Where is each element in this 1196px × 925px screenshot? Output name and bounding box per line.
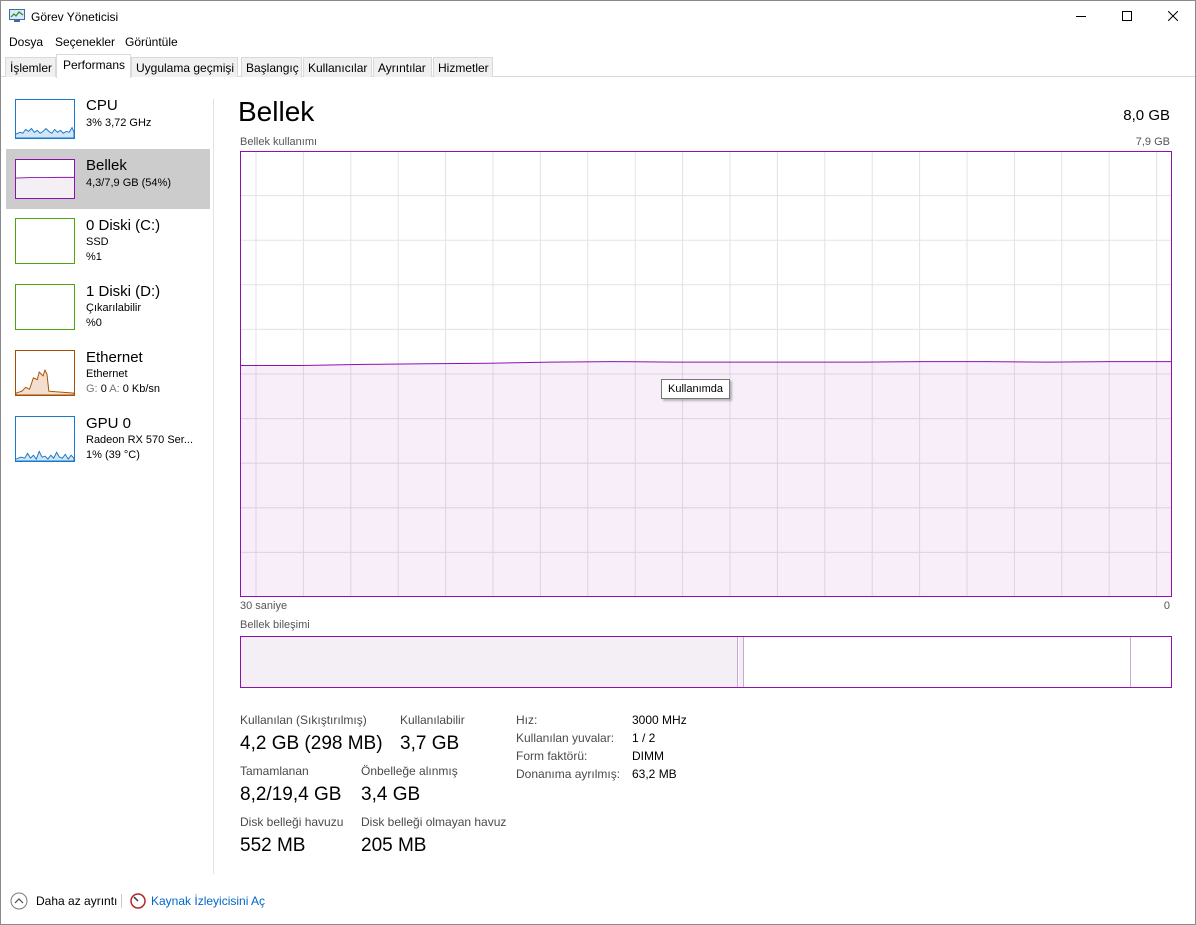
send-value: 0 (100, 383, 107, 395)
composition-modified[interactable] (739, 637, 744, 687)
sidebar-title: 1 Diski (D:) (86, 283, 161, 300)
tab-strip: İşlemler Performans Uygulama geçmişi Baş… (1, 54, 1195, 78)
tab-users[interactable]: Kullanıcılar (303, 57, 372, 77)
resource-sidebar: CPU 3% 3,72 GHz Bellek 4,3/7,9 GB (54%) … (1, 78, 213, 878)
close-button[interactable] (1150, 1, 1196, 32)
composition-free[interactable] (1132, 637, 1171, 687)
sidebar-item-cpu[interactable]: CPU 3% 3,72 GHz (6, 89, 210, 149)
tab-processes[interactable]: İşlemler (5, 57, 56, 77)
sidebar-item-ethernet[interactable]: Ethernet Ethernet G: 0 A: 0 Kb/sn (6, 341, 210, 401)
menu-bar: Dosya Seçenekler Görüntüle (1, 32, 1195, 51)
sidebar-title: Bellek (86, 157, 127, 174)
sidebar-item-memory[interactable]: Bellek 4,3/7,9 GB (54%) (6, 149, 210, 209)
composition-label: Bellek bileşimi (240, 619, 310, 631)
task-manager-window: Görev Yöneticisi Dosya Seçenekler Görünt… (0, 0, 1196, 925)
close-icon (1168, 11, 1178, 21)
in-use-value: 4,2 GB (298 MB) (240, 733, 383, 754)
composition-standby[interactable] (745, 637, 1131, 687)
receive-value: 0 Kb/sn (122, 383, 161, 395)
sidebar-subtitle: 3% 3,72 GHz (86, 117, 152, 129)
menu-view[interactable]: Görüntüle (125, 35, 178, 49)
ethernet-thumbnail-graph (15, 350, 75, 396)
page-title: Bellek (238, 96, 315, 127)
minimize-icon (1076, 16, 1086, 17)
sidebar-title: GPU 0 (86, 415, 132, 432)
available-value: 3,7 GB (400, 733, 460, 754)
tab-services[interactable]: Hizmetler (433, 57, 493, 77)
sidebar-title: CPU (86, 97, 118, 114)
sidebar-title: Ethernet (86, 349, 143, 366)
sidebar-subtitle: SSD (86, 236, 109, 248)
memory-usage-graph[interactable] (240, 151, 1172, 597)
title-bar[interactable]: Görev Yöneticisi (1, 1, 1195, 32)
menu-file[interactable]: Dosya (9, 35, 43, 49)
open-resource-monitor-label: Kaynak İzleyicisini Aç (151, 894, 266, 908)
memory-thumbnail-graph (15, 159, 75, 199)
memory-composition-bar[interactable] (240, 636, 1172, 688)
form-factor-value: DIMM (632, 749, 664, 763)
usage-graph-label: Bellek kullanımı (240, 136, 318, 148)
cached-value: 3,4 GB (361, 784, 421, 805)
resource-monitor-icon (130, 893, 146, 909)
sidebar-subtitle: 4,3/7,9 GB (54%) (86, 177, 171, 189)
tab-startup[interactable]: Başlangıç (241, 57, 302, 77)
sidebar-item-disk-1[interactable]: 1 Diski (D:) Çıkarılabilir %0 (6, 275, 210, 335)
tab-details[interactable]: Ayrıntılar (373, 57, 432, 77)
graph-axis-right: 0 (1163, 600, 1170, 612)
tab-performance[interactable]: Performans (56, 54, 131, 78)
sidebar-subtitle: Çıkarılabilir (86, 302, 142, 314)
receive-label: A: (109, 383, 120, 395)
gpu-thumbnail-graph (15, 416, 75, 462)
hardware-reserved-value: 63,2 MB (632, 767, 677, 781)
window-title: Görev Yöneticisi (31, 10, 119, 24)
total-memory: 8,0 GB (1123, 107, 1170, 124)
paged-pool-label: Disk belleği havuzu (240, 815, 344, 829)
task-manager-icon (9, 9, 25, 22)
committed-value: 8,2/19,4 GB (240, 784, 342, 805)
sidebar-subtitle: Ethernet (86, 368, 128, 380)
maximize-button[interactable] (1104, 1, 1150, 32)
available-label: Kullanılabilir (400, 713, 465, 727)
minimize-button[interactable] (1058, 1, 1104, 32)
ethernet-throughput: G: 0 A: 0 Kb/sn (86, 383, 160, 395)
paged-pool-value: 552 MB (240, 835, 306, 856)
slots-label: Kullanılan yuvalar: (516, 731, 615, 745)
menu-options[interactable]: Seçenekler (55, 35, 115, 49)
chevron-up-icon (10, 892, 28, 910)
send-label: G: (86, 383, 98, 395)
form-factor-label: Form faktörü: (516, 749, 588, 763)
nonpaged-pool-label: Disk belleği olmayan havuz (361, 815, 507, 829)
usage-graph-max: 7,9 GB (1135, 136, 1170, 148)
disk-0-thumbnail-graph (15, 218, 75, 264)
in-use-label: Kullanılan (Sıkıştırılmış) (240, 713, 367, 727)
nonpaged-pool-value: 205 MB (361, 835, 427, 856)
slots-value: 1 / 2 (632, 731, 656, 745)
committed-label: Tamamlanan (240, 764, 309, 778)
hardware-reserved-label: Donanıma ayrılmış: (516, 767, 621, 781)
disk-1-thumbnail-graph (15, 284, 75, 330)
cached-label: Önbelleğe alınmış (361, 764, 458, 778)
sidebar-usage: %1 (86, 251, 102, 263)
graph-tooltip: Kullanımda (661, 379, 731, 399)
maximize-icon (1122, 11, 1132, 21)
fewer-details-label: Daha az ayrıntı (36, 894, 118, 908)
footer-divider (121, 894, 122, 908)
sidebar-usage: 1% (39 °C) (86, 449, 140, 461)
sidebar-divider (213, 99, 214, 874)
graph-axis-left: 30 saniye (240, 600, 288, 612)
sidebar-title: 0 Diski (C:) (86, 217, 161, 234)
sidebar-item-disk-0[interactable]: 0 Diski (C:) SSD %1 (6, 209, 210, 269)
speed-label: Hız: (516, 713, 538, 727)
sidebar-item-gpu[interactable]: GPU 0 Radeon RX 570 Ser... 1% (39 °C) (6, 407, 210, 467)
tab-app-history[interactable]: Uygulama geçmişi (131, 57, 238, 77)
sidebar-subtitle: Radeon RX 570 Ser... (86, 434, 194, 446)
cpu-thumbnail-graph (15, 99, 75, 139)
composition-in-use[interactable] (241, 637, 738, 687)
sidebar-usage: %0 (86, 317, 102, 329)
speed-value: 3000 MHz (632, 713, 687, 727)
footer: Daha az ayrıntı Kaynak İzleyicisini Aç (1, 886, 1195, 916)
